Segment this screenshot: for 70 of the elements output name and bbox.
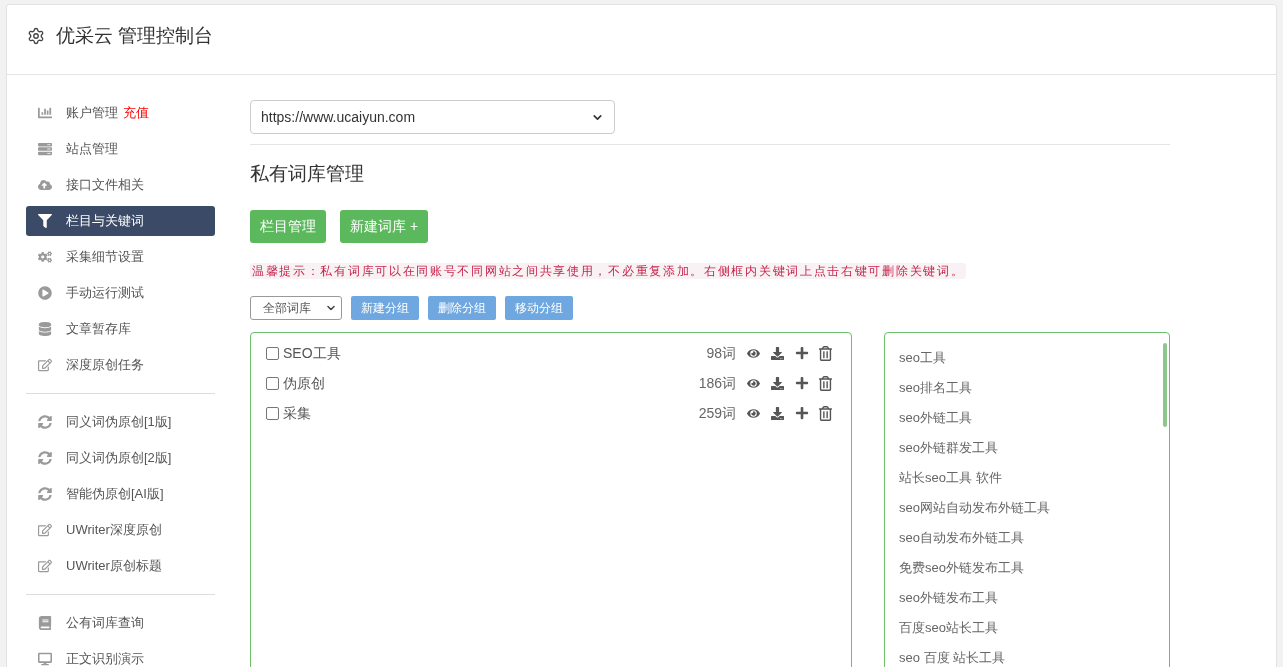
download-icon[interactable] — [771, 406, 784, 420]
hint-text: 温馨提示：私有词库可以在同账号不同网站之间共享使用，不必重复添加。右侧框内关键词上点击右键可删除关键词。 — [250, 263, 967, 279]
eye-icon[interactable] — [747, 346, 760, 360]
trash-icon[interactable] — [818, 405, 833, 421]
sidebar-item[interactable]: 智能伪原创[AI版] — [26, 479, 215, 509]
scrollbar[interactable] — [1163, 343, 1167, 427]
word-count: 259词 — [698, 403, 736, 423]
recharge-link[interactable]: 充值 — [123, 103, 149, 123]
checkbox[interactable] — [266, 406, 279, 420]
sidebar-item[interactable]: 手动运行测试 — [26, 278, 215, 308]
edit-icon — [38, 523, 52, 537]
eye-icon[interactable] — [747, 376, 760, 390]
group-label[interactable]: SEO工具 — [283, 342, 341, 364]
refresh-icon — [38, 487, 52, 501]
keyword-item[interactable]: seo排名工具 — [899, 380, 972, 396]
keyword-item[interactable]: 百度seo站长工具 — [899, 620, 998, 636]
keyword-item[interactable]: seo网站自动发布外链工具 — [899, 500, 1050, 516]
sidebar-item[interactable]: 接口文件相关 — [26, 170, 215, 200]
sidebar-item[interactable]: 栏目与关键词 — [26, 206, 215, 236]
edit-icon — [38, 358, 52, 372]
sidebar-item[interactable]: 同义词伪原创[2版] — [26, 443, 215, 473]
sidebar-item[interactable]: 采集细节设置 — [26, 242, 215, 272]
database-icon — [38, 322, 52, 336]
trash-icon[interactable] — [818, 375, 833, 391]
keyword-item[interactable]: 站长seo工具 软件 — [899, 470, 1002, 486]
download-icon[interactable] — [771, 376, 784, 390]
group-filter-select[interactable]: 全部词库 — [250, 296, 342, 320]
keyword-item[interactable]: seo外链发布工具 — [899, 590, 998, 606]
monitor-icon — [38, 652, 52, 666]
book-icon — [38, 616, 52, 630]
site-select[interactable]: https://www.ucaiyun.com — [250, 100, 615, 134]
filter-icon — [38, 214, 52, 228]
server-icon — [38, 142, 52, 156]
keyword-item[interactable]: seo外链群发工具 — [899, 440, 998, 456]
keyword-item[interactable]: seo自动发布外链工具 — [899, 530, 1024, 546]
sidebar-item[interactable]: 文章暂存库 — [26, 314, 215, 344]
refresh-icon — [38, 415, 52, 429]
sidebar-item[interactable]: UWriter原创标题 — [26, 551, 215, 581]
keyword-item[interactable]: 免费seo外链发布工具 — [899, 560, 1024, 576]
group-label[interactable]: 伪原创 — [283, 372, 325, 394]
keyword-item[interactable]: seo工具 — [899, 350, 946, 366]
refresh-icon — [38, 451, 52, 465]
download-icon[interactable] — [771, 346, 784, 360]
sidebar-item[interactable]: 同义词伪原创[1版] — [26, 407, 215, 437]
sidebar-item[interactable]: UWriter深度原创 — [26, 515, 215, 545]
sidebar-item[interactable]: 深度原创任务 — [26, 350, 215, 380]
cloud-upload-icon — [38, 178, 52, 192]
plus-icon[interactable] — [794, 346, 809, 360]
eye-icon[interactable] — [747, 406, 760, 420]
sidebar-item[interactable]: 账户管理 充值 — [26, 98, 215, 128]
word-count: 98词 — [706, 343, 736, 363]
play-icon — [38, 286, 52, 300]
bar-chart-icon — [38, 106, 52, 120]
trash-icon[interactable] — [818, 345, 833, 361]
plus-icon[interactable] — [794, 376, 809, 390]
sidebar-item[interactable]: 公有词库查询 — [26, 608, 215, 638]
sidebar-item[interactable]: 站点管理 — [26, 134, 215, 164]
keyword-item[interactable]: seo 百度 站长工具 — [899, 650, 1006, 666]
checkbox[interactable] — [266, 376, 279, 390]
section-title: 私有词库管理 — [250, 162, 365, 186]
settings-icon — [27, 26, 45, 45]
edit-icon — [38, 559, 52, 573]
gears-icon — [38, 250, 52, 264]
keyword-item[interactable]: seo外链工具 — [899, 410, 972, 426]
sidebar-item[interactable]: 正文识别演示 — [26, 644, 215, 667]
checkbox[interactable] — [266, 346, 279, 360]
word-count: 186词 — [698, 373, 736, 393]
app-title: 优采云 管理控制台 — [56, 25, 214, 46]
plus-icon[interactable] — [794, 406, 809, 420]
group-label[interactable]: 采集 — [283, 402, 311, 424]
